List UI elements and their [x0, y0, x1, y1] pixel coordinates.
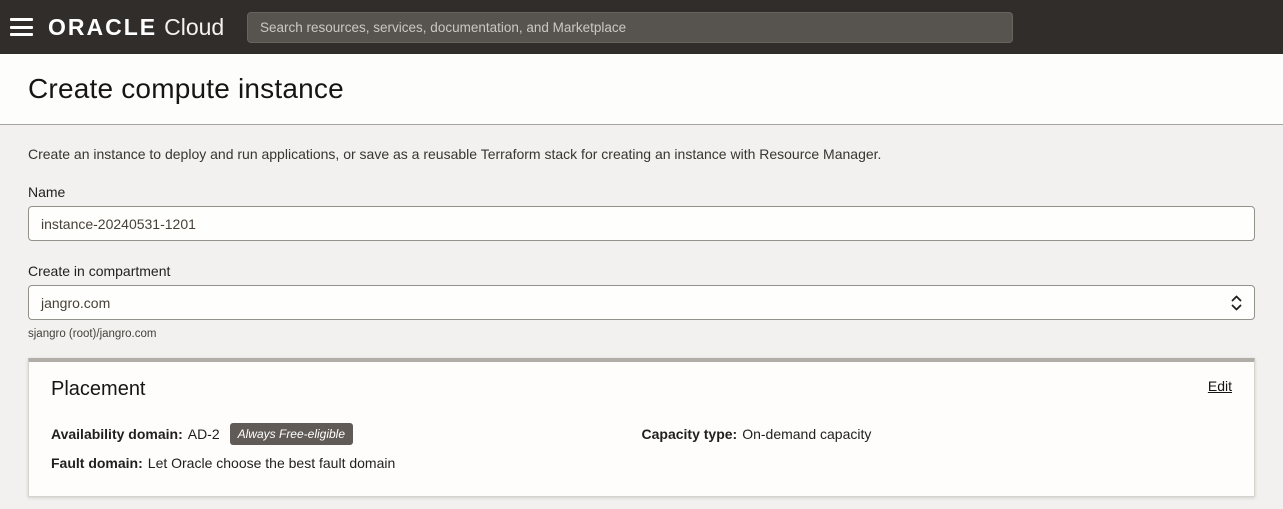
- placement-title: Placement: [51, 378, 146, 401]
- name-label: Name: [28, 184, 1255, 200]
- availability-domain-label: Availability domain:: [51, 426, 183, 443]
- instance-name-input[interactable]: [28, 206, 1255, 241]
- chevron-up-down-icon: [1230, 294, 1243, 312]
- search-input[interactable]: [247, 12, 1013, 43]
- page-title: Create compute instance: [28, 73, 344, 105]
- compartment-select[interactable]: jangro.com: [28, 285, 1255, 320]
- placement-edit-link[interactable]: Edit: [1208, 378, 1232, 394]
- capacity-type-label: Capacity type:: [642, 426, 738, 443]
- page-description: Create an instance to deploy and run app…: [28, 125, 1255, 162]
- hamburger-menu-icon[interactable]: [10, 16, 33, 38]
- availability-domain-row: Availability domain: AD-2 Always Free-el…: [51, 423, 642, 445]
- compartment-hint: sjangro (root)/jangro.com: [28, 328, 1255, 340]
- placement-details: Availability domain: AD-2 Always Free-el…: [51, 423, 1232, 472]
- compartment-label: Create in compartment: [28, 263, 1255, 279]
- page-header: Create compute instance: [0, 54, 1283, 125]
- brand-oracle: ORACLE: [48, 14, 157, 41]
- fault-domain-row: Fault domain: Let Oracle choose the best…: [51, 455, 642, 472]
- always-free-badge: Always Free-eligible: [230, 423, 353, 445]
- brand-cloud: Cloud: [164, 14, 224, 41]
- fault-domain-value: Let Oracle choose the best fault domain: [148, 455, 395, 472]
- fault-domain-label: Fault domain:: [51, 455, 143, 472]
- capacity-type-value: On-demand capacity: [742, 426, 871, 443]
- placement-card: Placement Edit Availability domain: AD-2…: [28, 358, 1255, 497]
- capacity-type-row: Capacity type: On-demand capacity: [642, 423, 1233, 445]
- compartment-selected-value: jangro.com: [41, 295, 110, 311]
- global-search: [247, 12, 1013, 43]
- oracle-cloud-logo: ORACLE Cloud: [48, 0, 224, 54]
- availability-domain-value: AD-2: [188, 426, 220, 443]
- empty-cell: [642, 455, 1233, 472]
- topbar: ORACLE Cloud: [0, 0, 1283, 54]
- placement-card-header: Placement Edit: [51, 378, 1232, 401]
- main-content: Create an instance to deploy and run app…: [0, 125, 1283, 509]
